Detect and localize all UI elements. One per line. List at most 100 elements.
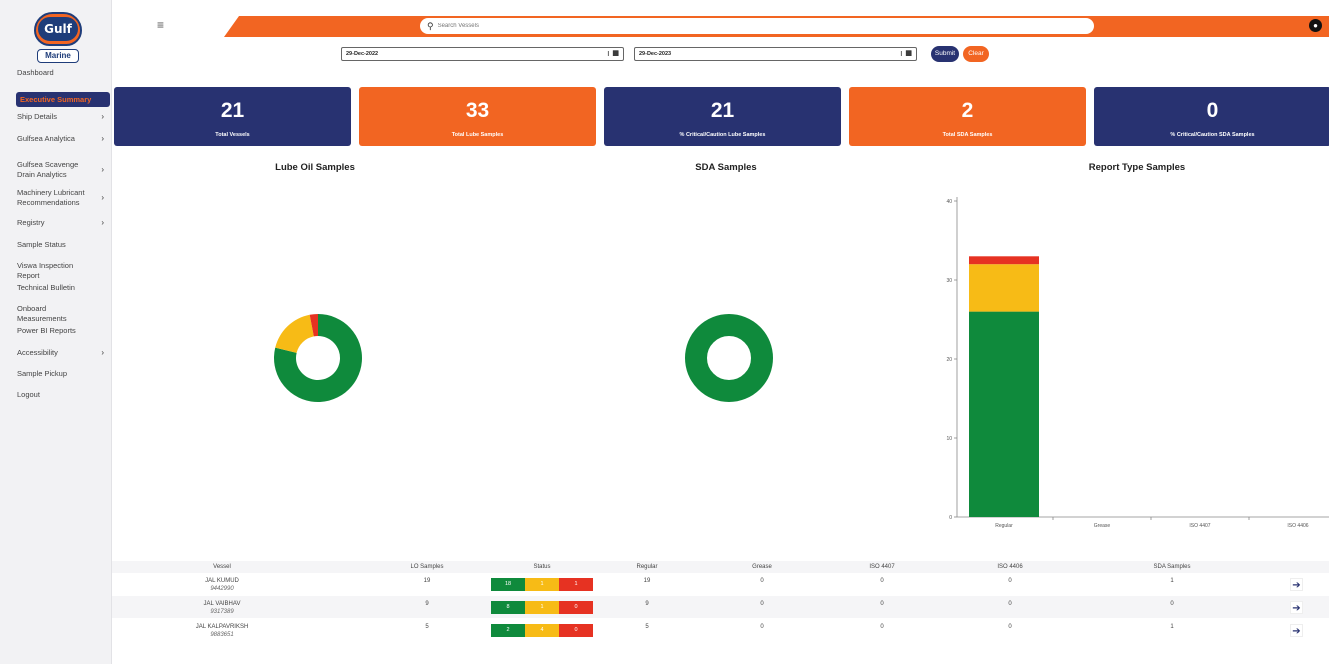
table-row[interactable]: JAL KALPAVRIKSH 9883651 5 5 0 0 0 1 2 4 0 ➔ (112, 619, 1329, 642)
column-header[interactable]: Vessel (162, 561, 282, 573)
y-tick-label: 10 (946, 436, 952, 442)
sidebar-item-power-bi-reports[interactable]: Power BI Reports (0, 326, 112, 336)
card-label: Total Vessels (215, 132, 250, 138)
chevron-right-icon: › (101, 165, 104, 174)
sidebar-item-label: Power BI Reports (17, 326, 76, 335)
vessel-name: JAL KUMUD (205, 578, 239, 584)
sidebar-item-ship-details[interactable]: Ship Details › (0, 112, 112, 122)
bar-segment[interactable] (969, 264, 1039, 312)
search-input[interactable] (437, 23, 1038, 29)
cell-sda: 1 (1170, 624, 1174, 630)
lube-chart-title: Lube Oil Samples (275, 162, 355, 173)
gulf-marine-logo[interactable]: Gulf Marine (34, 12, 82, 64)
x-tick-label: ISO 4407 (1189, 523, 1210, 529)
card-label: % Critical/Caution Lube Samples (679, 132, 766, 138)
pie-slice-normal[interactable] (685, 314, 773, 402)
sidebar-item-label: Gulfsea Scavenge Drain Analytics (17, 160, 79, 179)
y-tick-label: 0 (949, 515, 952, 521)
card-label: Total Lube Samples (451, 132, 504, 138)
sidebar: Gulf Marine Dashboard Executive Summary Sh… (0, 0, 112, 664)
sidebar-item-label: Dashboard (17, 68, 54, 77)
sidebar-item-label: Ship Details (17, 112, 58, 121)
sidebar-item-onboard-measurements[interactable]: Onboard Measurements (0, 304, 112, 323)
cell-lo: 19 (423, 578, 431, 584)
sidebar-item-sample-pickup[interactable]: Sample Pickup (0, 369, 112, 379)
sidebar-item-technical-bulletin[interactable]: Technical Bulletin (0, 283, 112, 293)
sidebar-item-sample-status[interactable]: Sample Status (0, 240, 112, 250)
sidebar-item-registry[interactable]: Registry › (0, 218, 112, 228)
status-critical-count: 0 (559, 624, 593, 637)
pie-slice-normal[interactable] (274, 314, 363, 402)
vessel-imo: 9442990 (210, 586, 234, 592)
sidebar-item-executive-summary[interactable]: Executive Summary (16, 92, 110, 107)
cell-grease: 0 (760, 578, 764, 584)
column-header[interactable]: LO Samples (367, 561, 487, 573)
arrow-right-icon[interactable]: ➔ (1290, 624, 1303, 637)
vessel-imo: 9883651 (210, 632, 234, 638)
sidebar-item-label: Technical Bulletin (17, 283, 75, 292)
summary-card[interactable]: 21 % Critical/Caution Lube Samples (604, 87, 841, 146)
cell-iso4406: 0 (1008, 601, 1012, 607)
vessel-name: JAL VAIBHAV (203, 601, 241, 607)
summary-card[interactable]: 0 % Critical/Caution SDA Samples (1094, 87, 1329, 146)
vessel-cell[interactable]: JAL KUMUD 9442990 (162, 573, 282, 593)
status-critical-count: 1 (559, 578, 593, 591)
column-header[interactable]: Status (482, 561, 602, 573)
arrow-right-icon[interactable]: ➔ (1290, 601, 1303, 614)
pie-slice-critical[interactable] (309, 314, 318, 337)
sidebar-item-label: Sample Status (17, 240, 66, 249)
y-tick-label: 40 (946, 199, 952, 205)
chevron-right-icon: › (101, 134, 104, 143)
bar-segment[interactable] (969, 311, 1039, 517)
calendar-icon[interactable]: ▦ (905, 48, 912, 60)
cell-lo: 9 (425, 601, 429, 607)
sidebar-item-gulfsea-scavenge-drain-analytics[interactable]: Gulfsea Scavenge Drain Analytics › (0, 160, 112, 179)
user-avatar-icon[interactable]: ● (1309, 19, 1322, 32)
vessel-cell[interactable]: JAL KALPAVRIKSH 9883651 (162, 619, 282, 639)
column-header[interactable]: Regular (587, 561, 707, 573)
sidebar-item-gulfsea-analytica[interactable]: Gulfsea Analytica › (0, 134, 112, 144)
chevron-right-icon: › (101, 193, 104, 202)
summary-card[interactable]: 2 Total SDA Samples (849, 87, 1086, 146)
search-icon: ⚲ (427, 20, 434, 31)
sidebar-item-dashboard[interactable]: Dashboard (0, 68, 112, 78)
pie-slice-caution[interactable] (275, 314, 314, 353)
bar-segment[interactable] (969, 256, 1039, 265)
card-label: % Critical/Caution SDA Samples (1170, 132, 1255, 138)
sidebar-item-logout[interactable]: Logout (0, 390, 112, 400)
sidebar-item-machinery-lubricant-recommendations[interactable]: Machinery Lubricant Recommendations › (0, 188, 112, 207)
sda-chart-title: SDA Samples (695, 162, 757, 173)
sidebar-item-accessibility[interactable]: Accessibility › (0, 348, 112, 358)
summary-card[interactable]: 33 Total Lube Samples (359, 87, 596, 146)
to-date-field[interactable]: 29-Dec-2023 | ▦ (634, 47, 917, 61)
column-header[interactable]: ISO 4406 (950, 561, 1070, 573)
summary-card[interactable]: 21 Total Vessels (114, 87, 351, 146)
card-value: 0 (1206, 99, 1219, 122)
cell-regular: 19 (643, 578, 651, 584)
cell-iso4406: 0 (1008, 578, 1012, 584)
logo-subtext: Marine (37, 49, 79, 63)
column-header[interactable]: ISO 4407 (822, 561, 942, 573)
cell-iso4407: 0 (880, 624, 884, 630)
status-normal-count: 8 (491, 601, 525, 614)
arrow-right-icon[interactable]: ➔ (1290, 578, 1303, 591)
submit-button[interactable]: Submit (931, 46, 959, 62)
from-date-field[interactable]: 29-Dec-2022 | ▦ (341, 47, 624, 61)
menu-toggle-icon[interactable]: ≡ (157, 18, 164, 32)
calendar-icon[interactable]: ▦ (612, 48, 619, 60)
vessel-search[interactable]: ⚲ (420, 18, 1094, 34)
table-row[interactable]: JAL VAIBHAV 9317389 9 9 0 0 0 0 8 1 0 ➔ (112, 596, 1329, 619)
sda-donut (685, 314, 773, 402)
status-bar: 18 1 1 (491, 578, 593, 591)
table-row[interactable]: JAL KUMUD 9442990 19 19 0 0 0 1 18 1 1 ➔ (112, 573, 1329, 596)
column-header[interactable]: Grease (702, 561, 822, 573)
cell-sda: 0 (1170, 601, 1174, 607)
vessel-cell[interactable]: JAL VAIBHAV 9317389 (162, 596, 282, 616)
column-header[interactable]: SDA Samples (1112, 561, 1232, 573)
clear-button[interactable]: Clear (963, 46, 989, 62)
vessel-table: Vessel LO Samples Status Regular Grease ISO 4… (112, 561, 1329, 642)
sidebar-item-label: Registry (17, 218, 45, 227)
sidebar-item-label: Machinery Lubricant Recommendations (17, 188, 85, 207)
status-critical-count: 0 (559, 601, 593, 614)
sidebar-item-viswa-inspection-report[interactable]: Viswa Inspection Report (0, 261, 112, 280)
